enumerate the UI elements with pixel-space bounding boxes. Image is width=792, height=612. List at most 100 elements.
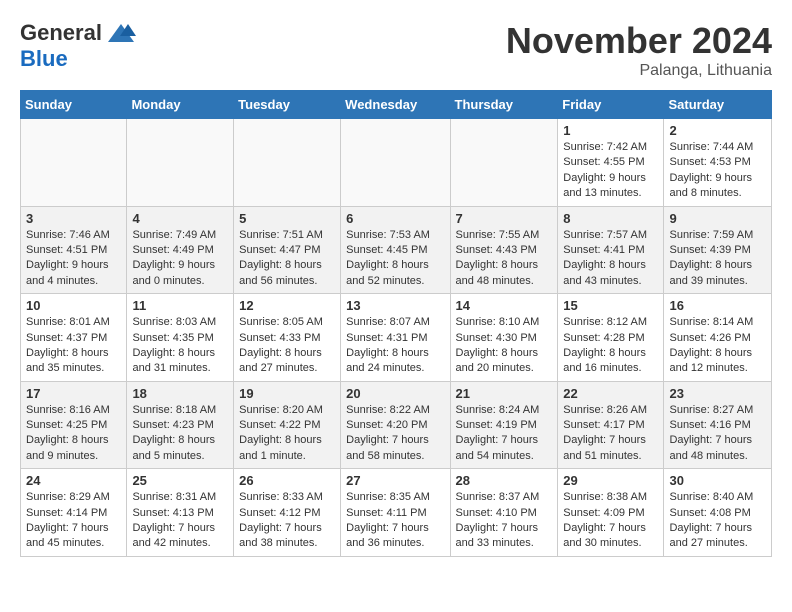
day-info: Sunrise: 8:38 AM Sunset: 4:09 PM Dayligh…	[563, 490, 658, 552]
location-text: Palanga, Lithuania	[506, 62, 772, 80]
day-info: Sunrise: 8:14 AM Sunset: 4:26 PM Dayligh…	[669, 315, 766, 377]
day-info: Sunrise: 8:05 AM Sunset: 4:33 PM Dayligh…	[239, 315, 335, 377]
day-info: Sunrise: 7:42 AM Sunset: 4:55 PM Dayligh…	[563, 140, 658, 202]
calendar-cell: 25 Sunrise: 8:31 AM Sunset: 4:13 PM Dayli…	[127, 469, 234, 557]
weekday-header-monday: Monday	[127, 91, 234, 119]
calendar-cell: 2 Sunrise: 7:44 AM Sunset: 4:53 PM Daylig…	[664, 119, 772, 207]
calendar-cell: 15 Sunrise: 8:12 AM Sunset: 4:28 PM Dayli…	[558, 294, 664, 382]
day-info: Sunrise: 8:18 AM Sunset: 4:23 PM Dayligh…	[132, 403, 228, 465]
calendar-cell: 7 Sunrise: 7:55 AM Sunset: 4:43 PM Daylig…	[450, 206, 558, 294]
day-info: Sunrise: 8:40 AM Sunset: 4:08 PM Dayligh…	[669, 490, 766, 552]
day-info: Sunrise: 7:59 AM Sunset: 4:39 PM Dayligh…	[669, 228, 766, 290]
day-info: Sunrise: 8:26 AM Sunset: 4:17 PM Dayligh…	[563, 403, 658, 465]
calendar-cell: 11 Sunrise: 8:03 AM Sunset: 4:35 PM Dayli…	[127, 294, 234, 382]
day-number: 30	[669, 473, 766, 488]
calendar-cell	[127, 119, 234, 207]
day-number: 14	[456, 298, 553, 313]
day-info: Sunrise: 7:55 AM Sunset: 4:43 PM Dayligh…	[456, 228, 553, 290]
calendar-cell: 18Sunrise: 8:18 AM Sunset: 4:23 PM Dayli…	[127, 381, 234, 469]
calendar-week-row: 24Sunrise: 8:29 AM Sunset: 4:14 PM Dayli…	[21, 469, 772, 557]
weekday-header-row: SundayMondayTuesdayWednesdayThursdayFrid…	[21, 91, 772, 119]
weekday-header-thursday: Thursday	[450, 91, 558, 119]
calendar-cell: 9 Sunrise: 7:59 AM Sunset: 4:39 PM Daylig…	[664, 206, 772, 294]
day-number: 13	[346, 298, 444, 313]
day-info: Sunrise: 8:20 AM Sunset: 4:22 PM Dayligh…	[239, 403, 335, 465]
weekday-header-wednesday: Wednesday	[341, 91, 450, 119]
calendar-cell: 21 Sunrise: 8:24 AM Sunset: 4:19 PM Dayli…	[450, 381, 558, 469]
day-info: Sunrise: 8:29 AM Sunset: 4:14 PM Dayligh…	[26, 490, 121, 552]
calendar-cell: 22Sunrise: 8:26 AM Sunset: 4:17 PM Dayli…	[558, 381, 664, 469]
calendar-cell: 13Sunrise: 8:07 AM Sunset: 4:31 PM Dayli…	[341, 294, 450, 382]
calendar-cell	[450, 119, 558, 207]
calendar-cell	[341, 119, 450, 207]
day-number: 5	[239, 211, 335, 226]
weekday-header-saturday: Saturday	[664, 91, 772, 119]
day-number: 15	[563, 298, 658, 313]
day-info: Sunrise: 8:24 AM Sunset: 4:19 PM Dayligh…	[456, 403, 553, 465]
calendar-cell: 19 Sunrise: 8:20 AM Sunset: 4:22 PM Dayli…	[234, 381, 341, 469]
day-number: 21	[456, 386, 553, 401]
calendar-week-row: 17 Sunrise: 8:16 AM Sunset: 4:25 PM Dayli…	[21, 381, 772, 469]
day-info: Sunrise: 7:49 AM Sunset: 4:49 PM Dayligh…	[132, 228, 228, 290]
day-info: Sunrise: 8:01 AM Sunset: 4:37 PM Dayligh…	[26, 315, 121, 377]
day-number: 4	[132, 211, 228, 226]
title-area: November 2024 Palanga, Lithuania	[506, 20, 772, 80]
calendar-cell: 30 Sunrise: 8:40 AM Sunset: 4:08 PM Dayli…	[664, 469, 772, 557]
day-number: 8	[563, 211, 658, 226]
month-title: November 2024	[506, 20, 772, 62]
day-info: Sunrise: 7:53 AM Sunset: 4:45 PM Dayligh…	[346, 228, 444, 290]
calendar-cell: 24Sunrise: 8:29 AM Sunset: 4:14 PM Dayli…	[21, 469, 127, 557]
calendar-cell: 29 Sunrise: 8:38 AM Sunset: 4:09 PM Dayli…	[558, 469, 664, 557]
calendar-table: SundayMondayTuesdayWednesdayThursdayFrid…	[20, 90, 772, 557]
weekday-header-friday: Friday	[558, 91, 664, 119]
logo-general-text: General	[20, 20, 102, 46]
day-info: Sunrise: 8:10 AM Sunset: 4:30 PM Dayligh…	[456, 315, 553, 377]
day-info: Sunrise: 8:37 AM Sunset: 4:10 PM Dayligh…	[456, 490, 553, 552]
day-number: 29	[563, 473, 658, 488]
day-number: 12	[239, 298, 335, 313]
calendar-cell: 17 Sunrise: 8:16 AM Sunset: 4:25 PM Dayli…	[21, 381, 127, 469]
day-info: Sunrise: 8:31 AM Sunset: 4:13 PM Dayligh…	[132, 490, 228, 552]
day-info: Sunrise: 8:27 AM Sunset: 4:16 PM Dayligh…	[669, 403, 766, 465]
calendar-cell	[21, 119, 127, 207]
day-info: Sunrise: 8:03 AM Sunset: 4:35 PM Dayligh…	[132, 315, 228, 377]
day-info: Sunrise: 8:33 AM Sunset: 4:12 PM Dayligh…	[239, 490, 335, 552]
weekday-header-sunday: Sunday	[21, 91, 127, 119]
logo-icon	[106, 22, 136, 44]
day-info: Sunrise: 7:44 AM Sunset: 4:53 PM Dayligh…	[669, 140, 766, 202]
logo-blue-text: Blue	[20, 46, 68, 72]
day-number: 23	[669, 386, 766, 401]
day-number: 11	[132, 298, 228, 313]
day-number: 26	[239, 473, 335, 488]
calendar-cell: 8Sunrise: 7:57 AM Sunset: 4:41 PM Daylig…	[558, 206, 664, 294]
calendar-cell	[234, 119, 341, 207]
calendar-cell: 3 Sunrise: 7:46 AM Sunset: 4:51 PM Daylig…	[21, 206, 127, 294]
day-info: Sunrise: 8:22 AM Sunset: 4:20 PM Dayligh…	[346, 403, 444, 465]
day-info: Sunrise: 8:16 AM Sunset: 4:25 PM Dayligh…	[26, 403, 121, 465]
calendar-cell: 20Sunrise: 8:22 AM Sunset: 4:20 PM Dayli…	[341, 381, 450, 469]
calendar-cell: 12 Sunrise: 8:05 AM Sunset: 4:33 PM Dayli…	[234, 294, 341, 382]
day-info: Sunrise: 8:12 AM Sunset: 4:28 PM Dayligh…	[563, 315, 658, 377]
day-number: 6	[346, 211, 444, 226]
day-info: Sunrise: 7:46 AM Sunset: 4:51 PM Dayligh…	[26, 228, 121, 290]
calendar-week-row: 3 Sunrise: 7:46 AM Sunset: 4:51 PM Daylig…	[21, 206, 772, 294]
day-number: 2	[669, 123, 766, 138]
calendar-week-row: 1 Sunrise: 7:42 AM Sunset: 4:55 PM Daylig…	[21, 119, 772, 207]
calendar-cell: 5Sunrise: 7:51 AM Sunset: 4:47 PM Daylig…	[234, 206, 341, 294]
day-number: 7	[456, 211, 553, 226]
day-number: 9	[669, 211, 766, 226]
page-header: General Blue November 2024 Palanga, Lith…	[20, 20, 772, 80]
calendar-cell: 27 Sunrise: 8:35 AM Sunset: 4:11 PM Dayli…	[341, 469, 450, 557]
day-info: Sunrise: 8:35 AM Sunset: 4:11 PM Dayligh…	[346, 490, 444, 552]
day-number: 19	[239, 386, 335, 401]
day-number: 1	[563, 123, 658, 138]
calendar-cell: 16Sunrise: 8:14 AM Sunset: 4:26 PM Dayli…	[664, 294, 772, 382]
day-number: 27	[346, 473, 444, 488]
calendar-cell: 28Sunrise: 8:37 AM Sunset: 4:10 PM Dayli…	[450, 469, 558, 557]
calendar-week-row: 10Sunrise: 8:01 AM Sunset: 4:37 PM Dayli…	[21, 294, 772, 382]
day-number: 25	[132, 473, 228, 488]
calendar-cell: 4 Sunrise: 7:49 AM Sunset: 4:49 PM Daylig…	[127, 206, 234, 294]
day-number: 3	[26, 211, 121, 226]
day-number: 17	[26, 386, 121, 401]
calendar-cell: 26 Sunrise: 8:33 AM Sunset: 4:12 PM Dayli…	[234, 469, 341, 557]
